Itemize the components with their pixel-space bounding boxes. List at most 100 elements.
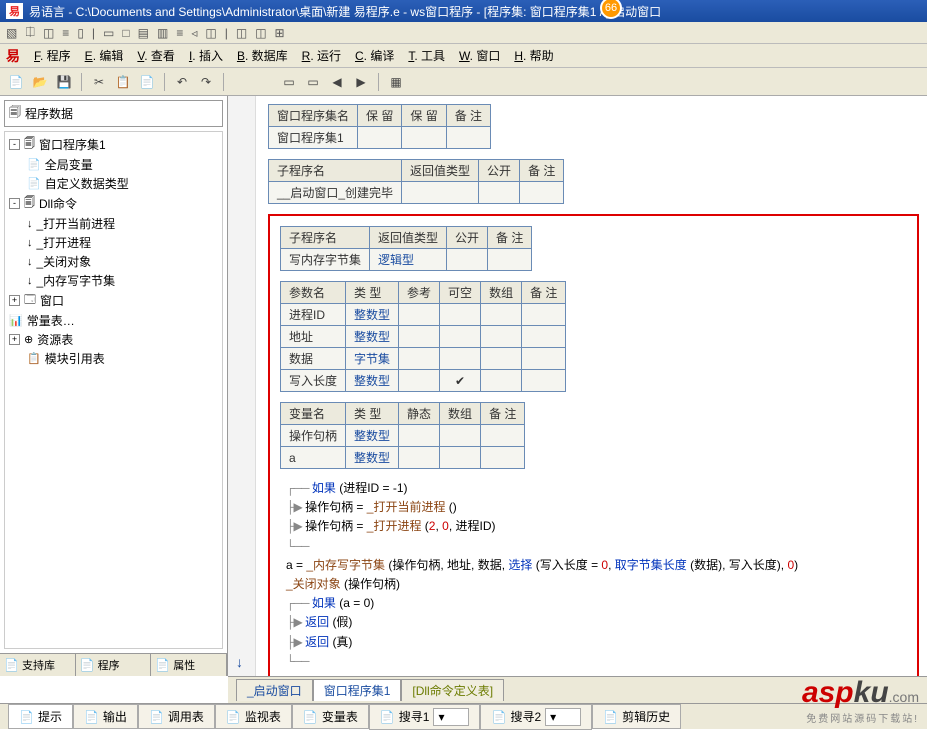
toolbar-icon[interactable]: ▭ bbox=[103, 26, 114, 40]
toolbar-button[interactable]: ↶ bbox=[172, 72, 192, 92]
assembly-table: 窗口程序集名保 留保 留备 注窗口程序集1 bbox=[268, 104, 491, 149]
toolbar-button[interactable]: ▭ bbox=[303, 72, 323, 92]
toolbar-button[interactable] bbox=[231, 72, 251, 92]
toolbar-button[interactable] bbox=[255, 72, 275, 92]
toolbar-icon[interactable]: ◫ bbox=[205, 26, 216, 40]
menu-item[interactable]: R. 运行 bbox=[302, 47, 341, 64]
search-dropdown[interactable]: ▾ bbox=[545, 708, 581, 726]
toolbar-icon[interactable]: ◫ bbox=[236, 26, 247, 40]
tree-toggle[interactable]: + bbox=[9, 295, 20, 306]
toolbar-icon[interactable]: ⎅ bbox=[25, 25, 35, 40]
bottom-tab[interactable]: 📄提示 bbox=[8, 704, 73, 729]
toolbar-button[interactable]: ↷ bbox=[196, 72, 216, 92]
menu-item[interactable]: W. 窗口 bbox=[459, 47, 500, 64]
tree-item[interactable]: 📋 模块引用表 bbox=[9, 349, 218, 368]
toolbar-button[interactable]: ▭ bbox=[279, 72, 299, 92]
toolbar-icon[interactable]: ▯ bbox=[77, 26, 84, 40]
main-toolbar: 📄📂💾✂📋📄↶↷▭▭◀▶▦ bbox=[0, 68, 927, 96]
left-tab[interactable]: 📄程序 bbox=[76, 654, 152, 676]
bottom-panel-tabs: 📄提示📄输出📄调用表📄监视表📄变量表📄搜寻1 ▾📄搜寻2 ▾📄剪辑历史 aspk… bbox=[0, 703, 927, 729]
tree-item[interactable]: - 🗐 Dll命令 bbox=[9, 193, 218, 214]
toolbar-button[interactable]: ▶ bbox=[351, 72, 371, 92]
code-editor[interactable]: ↓ 窗口程序集名保 留保 留备 注窗口程序集1 子程序名返回值类型公开备 注__… bbox=[228, 96, 927, 676]
toolbar-icon[interactable]: ⊞ bbox=[275, 26, 285, 40]
bottom-tab[interactable]: 📄剪辑历史 bbox=[592, 704, 681, 729]
tree-toggle[interactable]: + bbox=[9, 334, 20, 345]
highlighted-subroutine: 子程序名返回值类型公开备 注写内存字节集逻辑型 参数名类 型参考可空数组备 注进… bbox=[268, 214, 919, 676]
toolbar-button[interactable]: ◀ bbox=[327, 72, 347, 92]
menu-item[interactable]: E. 编辑 bbox=[85, 47, 124, 64]
tree-item[interactable]: + 🗔 窗口 bbox=[9, 290, 218, 311]
toolbar-button[interactable]: 📄 bbox=[137, 72, 157, 92]
tree-item[interactable]: ↓ _关闭对象 bbox=[9, 252, 218, 271]
toolbar-icon[interactable]: | bbox=[92, 26, 95, 40]
left-tab[interactable]: 📄属性 bbox=[151, 654, 227, 676]
toolbar-icon[interactable]: ≡ bbox=[62, 26, 69, 40]
toolbar-icon[interactable]: ◫ bbox=[43, 26, 54, 40]
bottom-tab[interactable]: 📄变量表 bbox=[292, 704, 369, 729]
tree-item-icon: 📄 bbox=[27, 158, 41, 171]
tree-item-icon: 🗐 bbox=[24, 135, 35, 154]
tree-title: 程序数据 bbox=[25, 105, 73, 122]
bottom-tab[interactable]: 📄调用表 bbox=[138, 704, 215, 729]
tree-item[interactable]: ↓ _打开进程 bbox=[9, 233, 218, 252]
menu-item[interactable]: F. 程序 bbox=[34, 47, 71, 64]
toolbar-icon[interactable]: ≡ bbox=[176, 26, 183, 40]
toolbar-button[interactable]: 📂 bbox=[30, 72, 50, 92]
tree-item[interactable]: 📄 自定义数据类型 bbox=[9, 174, 218, 193]
toolbar-button[interactable]: 💾 bbox=[54, 72, 74, 92]
variable-table: 变量名类 型静态数组备 注操作句柄整数型a整数型 bbox=[280, 402, 525, 469]
editor-tab[interactable]: [Dll命令定义表] bbox=[401, 679, 504, 701]
tree-toggle[interactable]: - bbox=[9, 198, 20, 209]
menu-item[interactable]: V. 查看 bbox=[137, 47, 175, 64]
bottom-tab[interactable]: 📄搜寻2 ▾ bbox=[480, 704, 592, 730]
menu-bar: 易 F. 程序 E. 编辑 V. 查看 I. 插入 B. 数据库 R. 运行 C. 编译 T.… bbox=[0, 44, 927, 68]
subroutine-table-1: 子程序名返回值类型公开备 注__启动窗口_创建完毕 bbox=[268, 159, 564, 204]
menu-logo: 易 bbox=[6, 46, 20, 66]
tree-item-icon: 🗐 bbox=[24, 194, 35, 213]
left-tab[interactable]: 📄支持库 bbox=[0, 654, 76, 676]
menu-item[interactable]: I. 插入 bbox=[189, 47, 223, 64]
tree-item[interactable]: - 🗐 窗口程序集1 bbox=[9, 134, 218, 155]
code-block[interactable]: ┌── 如果 (进程ID = -1) ├▶ 操作句柄 = _打开当前进程 () … bbox=[280, 479, 907, 671]
title-bar: 易 易语言 - C:\Documents and Settings\Admini… bbox=[0, 0, 927, 22]
editor-tab[interactable]: 窗口程序集1 bbox=[313, 679, 402, 701]
toolbar-button[interactable]: 📄 bbox=[6, 72, 26, 92]
menu-item[interactable]: C. 编译 bbox=[355, 47, 394, 64]
editor-tab[interactable]: _启动窗口 bbox=[236, 679, 313, 701]
search-dropdown[interactable]: ▾ bbox=[433, 708, 469, 726]
tree-header: 🗐 程序数据 bbox=[4, 100, 223, 127]
toolbar-icon[interactable]: ◫ bbox=[255, 26, 266, 40]
toolbar-button[interactable]: ▦ bbox=[386, 72, 406, 92]
left-pane: 🗐 程序数据 - 🗐 窗口程序集1📄 全局变量📄 自定义数据类型- 🗐 Dll命… bbox=[0, 96, 228, 676]
toolbar-icon[interactable]: ▥ bbox=[157, 26, 168, 40]
tree-item-icon: ⊕ bbox=[24, 333, 33, 346]
menu-item[interactable]: B. 数据库 bbox=[237, 47, 288, 64]
program-tree[interactable]: - 🗐 窗口程序集1📄 全局变量📄 自定义数据类型- 🗐 Dll命令↓ _打开当… bbox=[4, 131, 223, 649]
window-title: 易语言 - C:\Documents and Settings\Administ… bbox=[29, 3, 661, 20]
tree-item[interactable]: 📄 全局变量 bbox=[9, 155, 218, 174]
tree-item-icon: ↓ bbox=[27, 275, 33, 287]
tree-item[interactable]: ↓ _内存写字节集 bbox=[9, 271, 218, 290]
tree-item-icon: 📄 bbox=[27, 177, 41, 190]
tree-item-icon: 🗔 bbox=[24, 291, 36, 310]
bottom-tab[interactable]: 📄监视表 bbox=[215, 704, 292, 729]
toolbar-icon[interactable]: | bbox=[225, 26, 228, 40]
menu-item[interactable]: T. 工具 bbox=[408, 47, 445, 64]
tree-item[interactable]: 📊 常量表… bbox=[9, 311, 218, 330]
watermark: aspku.com 免费网站源码下载站! bbox=[802, 676, 919, 725]
tree-item-icon: ↓ bbox=[27, 256, 33, 268]
tree-toggle[interactable]: - bbox=[9, 139, 20, 150]
toolbar-button[interactable]: 📋 bbox=[113, 72, 133, 92]
bottom-tab[interactable]: 📄搜寻1 ▾ bbox=[369, 704, 481, 730]
menu-item[interactable]: H. 帮助 bbox=[514, 47, 553, 64]
toolbar-icon[interactable]: ▧ bbox=[6, 26, 17, 40]
toolbar-icon[interactable]: ◃ bbox=[191, 26, 197, 40]
tree-item[interactable]: + ⊕ 资源表 bbox=[9, 330, 218, 349]
toolbar-icon[interactable]: □ bbox=[122, 26, 129, 40]
small-toolbar: ▧ ⎅ ◫ ≡ ▯ | ▭ □ ▤ ▥ ≡ ◃ ◫ | ◫ ◫ ⊞ bbox=[0, 22, 927, 44]
tree-item[interactable]: ↓ _打开当前进程 bbox=[9, 214, 218, 233]
bottom-tab[interactable]: 📄输出 bbox=[73, 704, 138, 729]
toolbar-icon[interactable]: ▤ bbox=[138, 26, 149, 40]
toolbar-button[interactable]: ✂ bbox=[89, 72, 109, 92]
